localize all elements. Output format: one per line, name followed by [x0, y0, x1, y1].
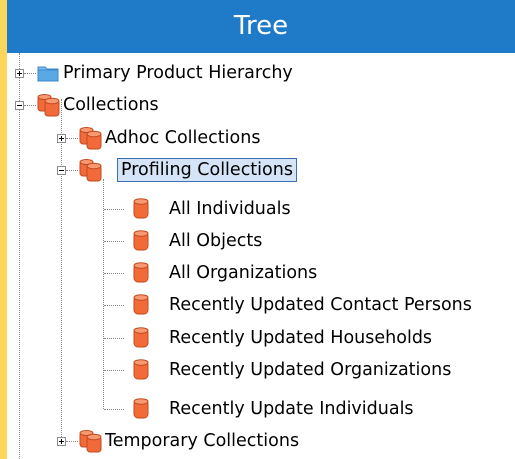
collection-group-icon [79, 159, 102, 182]
collection-group-icon [37, 94, 60, 117]
collection-icon [133, 262, 149, 283]
tree-connector-line [24, 73, 36, 74]
tree-connector-line [24, 105, 36, 106]
tree-item-label: Adhoc Collections [105, 128, 261, 148]
tree-item-label: Collections [63, 95, 159, 115]
tree-view[interactable]: Primary Product Hierarchy Collections Ad… [7, 53, 515, 459]
expand-toggle[interactable] [15, 69, 24, 78]
collapse-toggle[interactable] [57, 166, 66, 175]
tree-connector-line [104, 209, 124, 210]
tree-item-label: Recently Update Individuals [169, 399, 414, 419]
tree-item-label: Profiling Collections [117, 158, 297, 182]
tree-connector-line [61, 99, 62, 441]
collection-group-icon [79, 430, 102, 453]
collection-icon [133, 230, 149, 251]
tree-connector-line [104, 305, 124, 306]
tree-item-label: Recently Updated Contact Persons [169, 295, 472, 315]
tree-item-label: Temporary Collections [105, 431, 300, 451]
tree-item-label: All Organizations [169, 263, 318, 283]
title-bar: Tree [7, 0, 515, 53]
collection-icon [133, 398, 149, 419]
collection-icon [133, 294, 149, 315]
tree-connector-line [104, 273, 124, 274]
expand-toggle[interactable] [57, 134, 66, 143]
collection-group-icon [79, 127, 102, 150]
tree-item-label: Recently Updated Organizations [169, 360, 452, 380]
tree-connector-line [66, 138, 78, 139]
tree-connector-line [66, 441, 78, 442]
tree-item-label: All Objects [169, 231, 263, 251]
folder-icon [37, 66, 59, 82]
tree-item-label: Primary Product Hierarchy [63, 63, 293, 83]
tree-connector-line [19, 53, 20, 459]
tree-connector-line [103, 179, 104, 409]
tree-item-label: Recently Updated Households [169, 328, 433, 348]
tree-connector-line [104, 409, 124, 410]
tree-connector-line [104, 370, 124, 371]
tree-connector-line [104, 241, 124, 242]
collection-icon [133, 359, 149, 380]
panel-title: Tree [233, 11, 289, 41]
collection-icon [133, 198, 149, 219]
tree-item-label: All Individuals [169, 199, 291, 219]
expand-toggle[interactable] [57, 437, 66, 446]
tree-panel: Tree Primary Product Hierarchy Collectio… [7, 0, 515, 459]
collapse-toggle[interactable] [15, 101, 24, 110]
tree-connector-line [104, 338, 124, 339]
collection-icon [133, 327, 149, 348]
tree-connector-line [66, 170, 78, 171]
